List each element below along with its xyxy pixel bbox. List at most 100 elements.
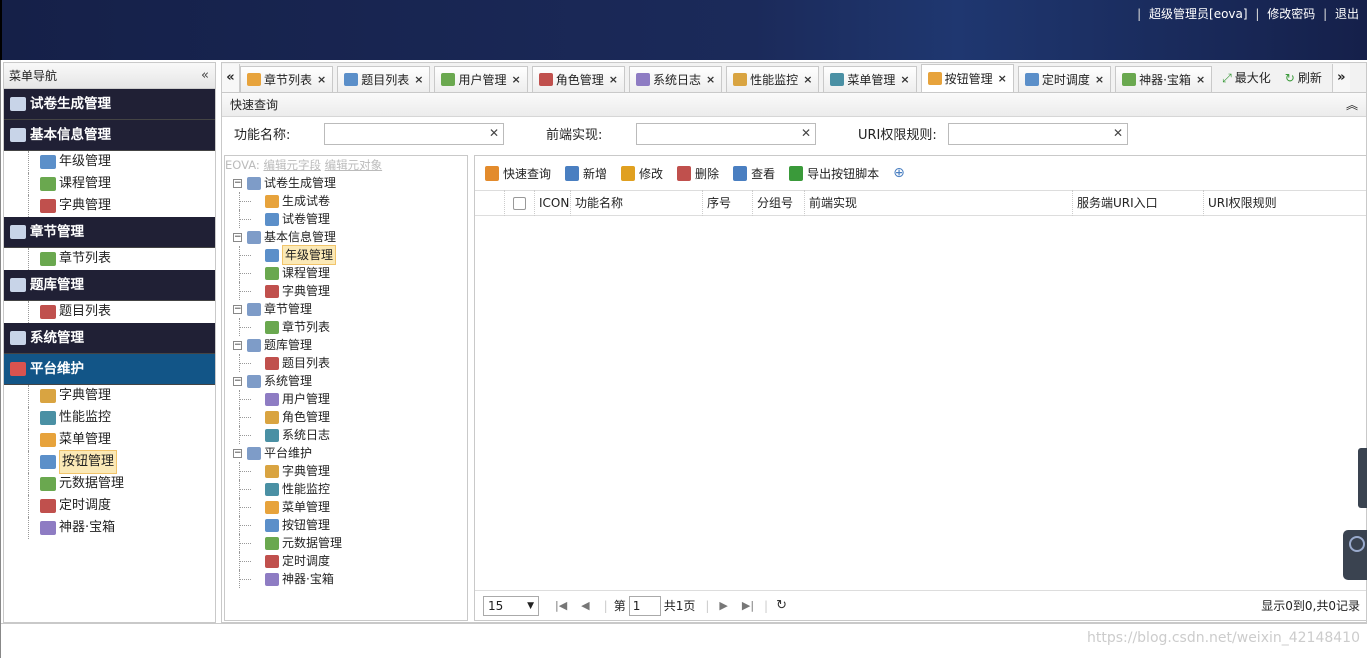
tab[interactable]: 系统日志 × [628, 66, 723, 92]
admin-link[interactable]: 超级管理员[eova] [1149, 7, 1248, 21]
refresh-button[interactable]: ↻ 刷新 [1281, 64, 1326, 92]
nav-item[interactable]: 菜单管理 [4, 429, 215, 451]
page-number-input[interactable]: 1 [628, 595, 661, 616]
tree-leaf[interactable]: 定时调度 [225, 552, 467, 570]
clear-icon[interactable]: ✕ [489, 126, 499, 140]
close-icon[interactable]: × [900, 68, 909, 92]
toolbar-button[interactable]: 导出按钮脚本 [789, 165, 879, 182]
last-page-icon[interactable]: ▶| [742, 599, 754, 612]
nav-item[interactable]: 章节列表 [4, 248, 215, 270]
nav-group-5[interactable]: 平台维护 [4, 354, 215, 385]
close-icon[interactable]: × [803, 68, 812, 92]
tree-leaf[interactable]: 字典管理 [225, 462, 467, 480]
nav-item[interactable]: 年级管理 [4, 151, 215, 173]
nav-item[interactable]: 性能监控 [4, 407, 215, 429]
collapse-up-icon[interactable]: ︽ [1346, 93, 1358, 117]
col-frontend[interactable]: 前端实现 [805, 190, 1073, 216]
add-icon[interactable]: ⊕ [893, 165, 905, 181]
reload-icon[interactable]: ↻ [776, 598, 787, 613]
toolbar-button[interactable]: 新增 [565, 165, 607, 182]
tree-node[interactable]: − 试卷生成管理 [225, 174, 467, 192]
tab[interactable]: 用户管理 × [434, 66, 528, 92]
close-icon[interactable]: × [1095, 68, 1104, 92]
close-icon[interactable]: × [706, 68, 715, 92]
select-all-checkbox[interactable] [505, 190, 535, 216]
col-order[interactable]: 序号 [703, 190, 753, 216]
nav-group-0[interactable]: 试卷生成管理 [4, 89, 215, 120]
nav-item[interactable]: 神器·宝箱 [4, 517, 215, 539]
nav-group-1[interactable]: 基本信息管理 [4, 120, 215, 151]
edit-object-link[interactable]: 编辑元对象 [325, 158, 383, 172]
nav-item[interactable]: 按钮管理 [4, 450, 215, 474]
toolbar-button[interactable]: 查看 [733, 165, 775, 182]
tree-leaf[interactable]: 按钮管理 [225, 516, 467, 534]
tree-leaf[interactable]: 角色管理 [225, 408, 467, 426]
tree-leaf[interactable]: 题目列表 [225, 354, 467, 372]
tab[interactable]: 性能监控 × [726, 66, 820, 92]
collapse-toggle-icon[interactable]: − [233, 340, 242, 350]
tree-leaf[interactable]: 菜单管理 [225, 498, 467, 516]
collapse-toggle-icon[interactable]: − [233, 376, 242, 386]
close-icon[interactable]: × [414, 68, 423, 92]
tree-node[interactable]: − 题库管理 [225, 336, 467, 354]
nav-item[interactable]: 字典管理 [4, 195, 215, 217]
uri-rule-input[interactable]: ✕ [948, 122, 1128, 145]
collapse-left-icon[interactable]: « [201, 63, 209, 89]
next-page-icon[interactable]: ▶ [719, 599, 727, 612]
tree-leaf[interactable]: 元数据管理 [225, 534, 467, 552]
clear-icon[interactable]: ✕ [801, 126, 811, 140]
nav-item[interactable]: 定时调度 [4, 495, 215, 517]
col-icon[interactable]: ICON [535, 190, 571, 216]
nav-group-4[interactable]: 系统管理 [4, 323, 215, 354]
tree-leaf[interactable]: 用户管理 [225, 390, 467, 408]
side-widget[interactable] [1358, 448, 1367, 508]
tree-leaf[interactable]: 生成试卷 [225, 192, 467, 210]
tree-node[interactable]: − 基本信息管理 [225, 228, 467, 246]
tab-scroll-left-icon[interactable]: « [222, 64, 240, 92]
nav-item[interactable]: 题目列表 [4, 301, 215, 323]
tab[interactable]: 定时调度 × [1017, 66, 1112, 92]
tree-leaf[interactable]: 章节列表 [225, 318, 467, 336]
nav-item[interactable]: 元数据管理 [4, 473, 215, 495]
close-icon[interactable]: × [1196, 68, 1205, 92]
tree-leaf[interactable]: 系统日志 [225, 426, 467, 444]
tree-leaf[interactable]: 神器·宝箱 [225, 570, 467, 588]
maximize-button[interactable]: ⤢ 最大化 [1218, 64, 1275, 92]
side-widget-button[interactable] [1343, 530, 1367, 580]
edit-fields-link[interactable]: 编辑元字段 [263, 158, 321, 172]
collapse-toggle-icon[interactable]: − [233, 304, 242, 314]
col-server-uri[interactable]: 服务端URI入口 [1073, 190, 1204, 216]
toolbar-button[interactable]: 修改 [621, 165, 663, 182]
tab[interactable]: 神器·宝箱 × [1115, 66, 1213, 92]
collapse-toggle-icon[interactable]: − [233, 178, 242, 188]
toolbar-button[interactable]: 快速查询 [485, 165, 551, 182]
close-icon[interactable]: × [317, 68, 326, 92]
nav-group-3[interactable]: 题库管理 [4, 270, 215, 301]
frontend-impl-input[interactable]: ✕ [636, 122, 816, 145]
tab[interactable]: 题目列表 × [337, 66, 431, 92]
tree-leaf[interactable]: 字典管理 [225, 282, 467, 300]
tab[interactable]: 章节列表 × [240, 66, 334, 92]
tree-node[interactable]: − 章节管理 [225, 300, 467, 318]
tab-scroll-right-icon[interactable]: » [1331, 64, 1350, 92]
nav-item[interactable]: 字典管理 [4, 385, 215, 407]
close-icon[interactable]: × [511, 68, 520, 92]
tab[interactable]: 菜单管理 × [823, 66, 917, 92]
tab[interactable]: 按钮管理 × [920, 64, 1014, 92]
collapse-toggle-icon[interactable]: − [233, 232, 242, 242]
clear-icon[interactable]: ✕ [1113, 126, 1123, 140]
tree-leaf[interactable]: 年级管理 [225, 245, 467, 265]
tree-leaf[interactable]: 性能监控 [225, 480, 467, 498]
prev-page-icon[interactable]: ◀ [581, 599, 589, 612]
page-size-select[interactable]: 15 ▼ [483, 595, 539, 616]
tab[interactable]: 角色管理 × [531, 66, 625, 92]
toolbar-button[interactable]: 删除 [677, 165, 719, 182]
nav-item[interactable]: 课程管理 [4, 173, 215, 195]
col-uri-rule[interactable]: URI权限规则 [1204, 190, 1364, 216]
close-icon[interactable]: × [998, 67, 1007, 91]
collapse-toggle-icon[interactable]: − [233, 448, 242, 458]
col-function-name[interactable]: 功能名称 [571, 190, 703, 216]
change-password-link[interactable]: 修改密码 [1267, 7, 1315, 21]
tree-leaf[interactable]: 试卷管理 [225, 210, 467, 228]
col-group[interactable]: 分组号 [753, 190, 805, 216]
